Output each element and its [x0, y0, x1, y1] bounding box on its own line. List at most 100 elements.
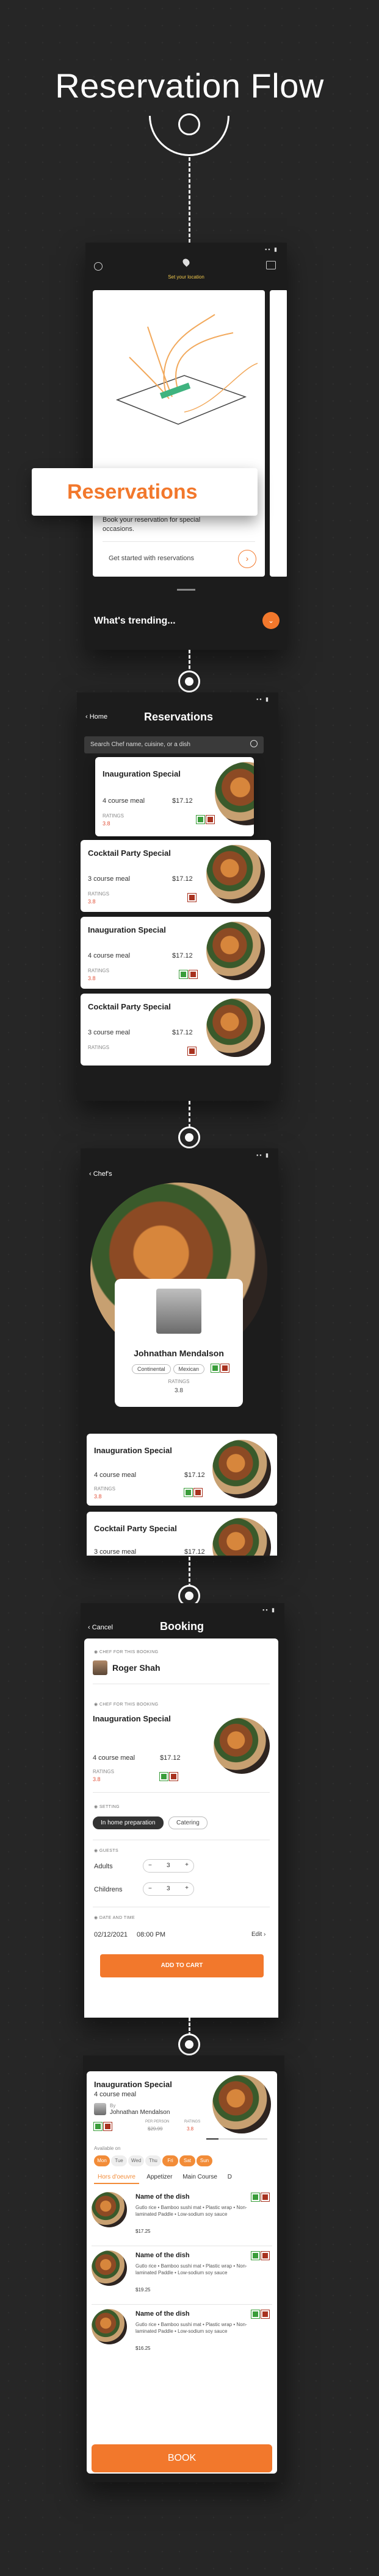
rating-value: 3.8	[88, 898, 96, 905]
flow-line	[189, 1557, 190, 1587]
edit-link[interactable]: Edit ›	[251, 1931, 265, 1938]
chef-section-label: ◉ CHEF FOR THIS BOOKING	[94, 1650, 159, 1654]
dish-description: Gutlo rice • Bamboo sushi mat • Plastic …	[135, 2205, 247, 2217]
tab-hors-doeuvre[interactable]: Hors d'oeuvre	[94, 2174, 139, 2184]
menu-name: Inauguration Special	[93, 1714, 171, 1723]
cart-icon[interactable]	[266, 261, 276, 269]
back-label: Chef's	[93, 1170, 112, 1178]
dish-image	[215, 762, 254, 825]
menu-card-title: Inauguration Special	[88, 925, 166, 934]
menu-card-title: Inauguration Special	[103, 769, 181, 778]
flow-line	[189, 157, 190, 243]
adults-stepper[interactable]: − 3 +	[143, 1859, 194, 1873]
veg-icon	[159, 1772, 168, 1781]
arrow-right-icon[interactable]: ›	[238, 550, 256, 568]
dish-image	[206, 922, 265, 980]
tab-main-course[interactable]: Main Course	[182, 2174, 217, 2180]
status-bar: ▪▪ ▮	[265, 246, 278, 252]
next-card-peek[interactable]	[270, 290, 287, 577]
dish-image	[206, 998, 265, 1057]
dish-price: $19.25	[135, 2287, 151, 2293]
rating-label: RATINGS	[88, 891, 109, 897]
rating-value: 3.8	[187, 2126, 194, 2132]
book-button[interactable]: BOOK	[92, 2444, 272, 2472]
screen-title: Booking	[160, 1620, 204, 1632]
dish-list-item[interactable]: Name of the dish Gutlo rice • Bamboo sus…	[92, 2249, 272, 2303]
menu-card[interactable]: Cocktail Party Special 3 course meal $17…	[81, 994, 271, 1066]
day-chip[interactable]: Wed	[128, 2155, 144, 2166]
menu-card-price: $17.12	[184, 1548, 205, 1556]
menu-card-meal: 4 course meal	[103, 797, 145, 805]
edit-label: Edit	[251, 1931, 262, 1938]
diet-icons	[251, 2251, 271, 2263]
divider	[103, 541, 255, 542]
children-stepper[interactable]: − 3 +	[143, 1882, 194, 1896]
minus-icon[interactable]: −	[148, 1885, 152, 1892]
menu-card[interactable]: Inauguration Special 4 course meal $17.1…	[95, 757, 254, 836]
illustration	[115, 314, 258, 425]
plus-icon[interactable]: +	[185, 1862, 189, 1868]
cancel-link[interactable]: ‹ Cancel	[88, 1624, 113, 1631]
cuisine-tag[interactable]: Continental	[132, 1364, 171, 1374]
add-to-cart-button[interactable]: ADD TO CART	[100, 1954, 264, 1977]
cuisine-tag[interactable]: Mexican	[173, 1364, 205, 1374]
search-input[interactable]: Search Chef name, cuisine, or a dish	[90, 741, 190, 748]
flow-line	[189, 1101, 190, 1128]
menu-card[interactable]: Cocktail Party Special 3 course meal $17…	[87, 1512, 277, 1556]
status-bar: ▪▪ ▮	[256, 696, 270, 702]
chef-avatar	[156, 1289, 201, 1334]
back-icon[interactable]	[94, 262, 103, 271]
day-chip-active[interactable]: Mon	[94, 2155, 110, 2166]
menu-card[interactable]: Cocktail Party Special 3 course meal $17…	[81, 840, 271, 912]
chevron-down-icon[interactable]: ⌄	[262, 612, 280, 629]
children-label: Childrens	[94, 1886, 123, 1893]
tab-appetizer[interactable]: Appetizer	[146, 2174, 172, 2180]
day-chip[interactable]: Thu	[145, 2155, 161, 2166]
screen-booking: ▪▪ ▮ ‹ Cancel Booking ◉ CHEF FOR THIS BO…	[81, 1603, 284, 2018]
diet-icons	[187, 1047, 198, 1058]
menu-card[interactable]: Inauguration Special 4 course meal $17.1…	[87, 1434, 277, 1506]
menu-meal: 4 course meal	[94, 2091, 137, 2098]
menu-title: Inauguration Special	[94, 2080, 172, 2089]
nonveg-icon	[187, 893, 197, 902]
datetime-section-label: ◉ DATE AND TIME	[94, 1916, 135, 1920]
setting-option[interactable]: Catering	[168, 1816, 208, 1829]
menu-card[interactable]: Inauguration Special 4 course meal $17.1…	[81, 917, 271, 989]
search-icon[interactable]	[250, 740, 258, 747]
day-chip[interactable]: Tue	[111, 2155, 127, 2166]
status-bar: ▪▪ ▮	[262, 1607, 276, 1613]
nonveg-icon	[261, 2251, 270, 2260]
dish-list-item[interactable]: Name of the dish Gutlo rice • Bamboo sus…	[92, 2191, 272, 2244]
chef-name: Johnathan Mendalson	[134, 1348, 224, 1358]
menu-card-meal: 3 course meal	[94, 1548, 137, 1556]
dish-list-item[interactable]: Name of the dish Gutlo rice • Bamboo sus…	[92, 2308, 272, 2361]
dish-image	[212, 1518, 271, 1556]
back-link[interactable]: ‹ Home	[85, 713, 107, 720]
plus-icon[interactable]: +	[185, 1885, 189, 1891]
children-value: 3	[167, 1885, 170, 1892]
dish-image	[206, 845, 265, 903]
diet-icons	[184, 1488, 204, 1500]
day-chip-active[interactable]: Sat	[179, 2155, 195, 2166]
menu-section-label: ◉ CHEF FOR THIS BOOKING	[94, 1703, 159, 1707]
chef-name[interactable]: Roger Shah	[112, 1663, 161, 1673]
tab-more[interactable]: D	[228, 2174, 232, 2180]
reservation-promo-card[interactable]: Book your reservation for special occasi…	[93, 290, 265, 577]
chef-avatar	[93, 1660, 107, 1675]
rating-value: 3.8	[94, 1493, 102, 1500]
dish-price: $16.25	[135, 2346, 151, 2351]
location-label[interactable]: Set your location	[146, 274, 226, 280]
rating-label: RATINGS	[93, 1769, 114, 1774]
setting-option-selected[interactable]: In home preparation	[93, 1816, 164, 1829]
nonveg-icon	[187, 1047, 197, 1056]
location-pin-icon[interactable]	[181, 257, 191, 267]
cancel-label: Cancel	[92, 1624, 113, 1631]
day-chip-active[interactable]: Fri	[162, 2155, 178, 2166]
minus-icon[interactable]: −	[148, 1862, 152, 1869]
back-link[interactable]: ‹ Chef's	[89, 1170, 112, 1178]
day-chip-active[interactable]: Sun	[197, 2155, 212, 2166]
search-bar[interactable]: Search Chef name, cuisine, or a dish	[84, 736, 264, 753]
chef-name[interactable]: Johnathan Mendalson	[110, 2109, 170, 2116]
get-started-link[interactable]: Get started with reservations	[109, 555, 194, 562]
chef-card[interactable]: Johnathan Mendalson Continental Mexican R…	[115, 1279, 243, 1407]
